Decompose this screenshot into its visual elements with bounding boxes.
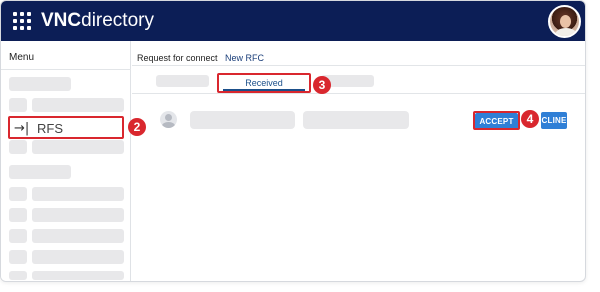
row-detail-placeholder [303,111,409,129]
sidebar-item-label: RFS [37,121,63,136]
app-logo[interactable]: VNCdirectory [41,9,154,33]
sidebar-placeholder-icon [9,271,27,280]
callout-step-3: 3 [313,76,331,94]
sidebar-item-rfs[interactable]: →| RFS [8,116,124,139]
tab-request-for-connect[interactable]: Request for connect [137,53,218,63]
sidebar-placeholder-icon [9,98,27,112]
sidebar-placeholder-icon [9,250,27,264]
sidebar-placeholder-item[interactable] [32,271,124,280]
sidebar-placeholder-icon [9,140,27,154]
tabs-divider [132,65,585,66]
tab-active-underline [223,89,305,91]
user-avatar[interactable] [548,5,581,38]
sidebar-placeholder-item[interactable] [32,187,124,201]
sub-tab-placeholder[interactable] [156,75,209,87]
brand-bold: VNC [41,10,82,31]
user-placeholder-icon [160,111,177,128]
accept-highlight-box [473,111,520,130]
row-name-placeholder [190,111,295,129]
sidebar-placeholder-item[interactable] [32,140,124,154]
avatar-body [555,28,577,36]
login-arrow-icon: →| [14,121,30,136]
decline-button[interactable]: CLINE [541,112,567,129]
tab-received[interactable]: Received [217,73,311,93]
sidebar-placeholder-section [9,77,71,91]
callout-step-2: 2 [128,118,146,136]
user-shoulders [162,122,175,128]
apps-grid-icon[interactable] [13,12,31,30]
callout-step-4: 4 [521,110,539,128]
sidebar-placeholder-item[interactable] [32,250,124,264]
sidebar-placeholder-icon [9,229,27,243]
app-header: VNCdirectory [1,1,585,41]
menu-label: Menu [9,52,35,63]
sidebar-placeholder-icon [9,187,27,201]
sidebar-placeholder-icon [9,208,27,222]
sidebar: Menu [1,41,131,281]
sidebar-placeholder-section [9,165,71,179]
tab-new-rfc[interactable]: New RFC [225,53,264,63]
brand-regular: directory [81,10,154,31]
menu-divider [1,69,131,70]
avatar-face [560,15,571,28]
sidebar-placeholder-item[interactable] [32,208,124,222]
tab-received-label: Received [245,78,283,88]
app-window: VNCdirectory Menu →| RFS Request for con… [0,0,586,282]
sidebar-placeholder-item[interactable] [32,98,124,112]
sub-tabs-divider [132,93,585,94]
sidebar-placeholder-item[interactable] [32,229,124,243]
user-head [165,114,172,121]
